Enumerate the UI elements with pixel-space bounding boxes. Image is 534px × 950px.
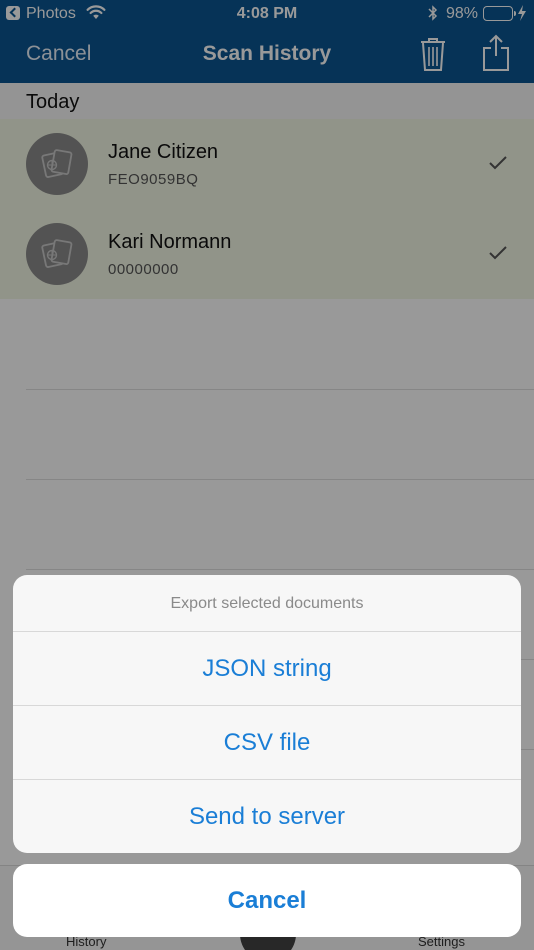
export-json-button[interactable]: JSON string (13, 632, 521, 706)
export-action-sheet: Export selected documents JSON string CS… (13, 575, 521, 853)
action-sheet-title: Export selected documents (13, 575, 521, 632)
send-to-server-button[interactable]: Send to server (13, 780, 521, 853)
action-sheet-cancel-button[interactable]: Cancel (13, 864, 521, 937)
export-csv-button[interactable]: CSV file (13, 706, 521, 780)
